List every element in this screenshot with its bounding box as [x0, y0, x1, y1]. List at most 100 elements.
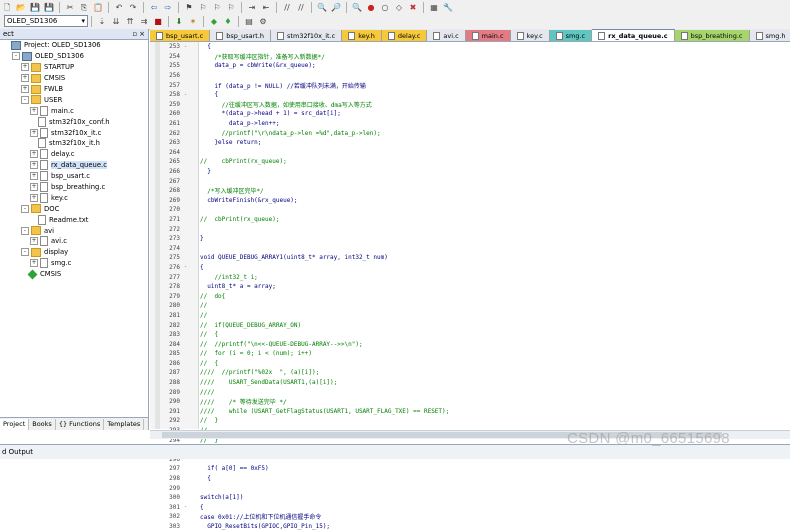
code-line[interactable]: 274: [150, 243, 790, 253]
build-icon[interactable]: ⇊: [110, 16, 122, 27]
editor-tab[interactable]: bsp_usart.c: [150, 30, 210, 41]
expand-icon[interactable]: +: [30, 183, 38, 191]
uncomment-icon[interactable]: //: [295, 2, 307, 13]
code-line[interactable]: 301-{: [150, 503, 790, 513]
expand-icon[interactable]: +: [30, 150, 38, 158]
code-line[interactable]: 269 cbWriteFinish(&rx_queue);: [150, 196, 790, 206]
expand-icon[interactable]: +: [30, 129, 38, 137]
code-line[interactable]: 287//// //printf("%02x ", (a)[i]);: [150, 368, 790, 378]
editor-tab[interactable]: smg.h: [750, 30, 790, 41]
tree-item[interactable]: -display: [0, 247, 148, 258]
open-folder-icon[interactable]: 📂: [15, 2, 27, 13]
find-in-files-icon[interactable]: 🔍: [316, 2, 328, 13]
breakpoint-clear-icon[interactable]: ◇: [393, 2, 405, 13]
panel-tab[interactable]: Books: [29, 419, 56, 430]
code-line[interactable]: 285// for (i = 0; i < (num); i++): [150, 349, 790, 359]
code-line[interactable]: 272: [150, 224, 790, 234]
code-line[interactable]: 263 }else return;: [150, 138, 790, 148]
expand-icon[interactable]: +: [30, 172, 38, 180]
tree-item[interactable]: +stm32f10x_it.c: [0, 127, 148, 138]
run-env-icon[interactable]: ⚙: [257, 16, 269, 27]
code-line[interactable]: 281//: [150, 311, 790, 321]
tree-item[interactable]: +FWLB: [0, 84, 148, 95]
code-line[interactable]: 283// {: [150, 330, 790, 340]
code-line[interactable]: 288//// USART_SendData(USART1,(a)[i]);: [150, 378, 790, 388]
tree-item[interactable]: +STARTUP: [0, 62, 148, 73]
tree-item[interactable]: Project: OLED_SD1306: [0, 40, 148, 51]
collapse-icon[interactable]: -: [21, 227, 29, 235]
editor-tab[interactable]: avi.c: [427, 30, 465, 41]
breakpoint-disable-icon[interactable]: ○: [379, 2, 391, 13]
save-icon[interactable]: 💾: [29, 2, 41, 13]
expand-icon[interactable]: +: [30, 259, 38, 267]
code-line[interactable]: 261 data_p->len++;: [150, 119, 790, 129]
copy-layout-icon[interactable]: ▤: [243, 16, 255, 27]
code-line[interactable]: 275void QUEUE_DEBUG_ARRAY1(uint8_t* arra…: [150, 253, 790, 263]
tree-item[interactable]: stm32f10x_it.h: [0, 138, 148, 149]
code-line[interactable]: 279// do{: [150, 291, 790, 301]
collapse-icon[interactable]: -: [21, 205, 29, 213]
code-line[interactable]: 273}: [150, 234, 790, 244]
bookmark-prev-icon[interactable]: ⚐: [197, 2, 209, 13]
code-line[interactable]: 254 /*获取写缓冲区指针，准备写入新数据*/: [150, 52, 790, 62]
tree-item[interactable]: +key.c: [0, 192, 148, 203]
batch-build-icon[interactable]: ⇉: [138, 16, 150, 27]
tree-item[interactable]: +avi.c: [0, 236, 148, 247]
editor-tab[interactable]: rx_data_queue.c: [592, 29, 674, 41]
rebuild-icon[interactable]: ⇈: [124, 16, 136, 27]
unindent-icon[interactable]: ⇤: [260, 2, 272, 13]
stop-build-icon[interactable]: ■: [152, 16, 164, 27]
code-line[interactable]: 266 }: [150, 167, 790, 177]
code-line[interactable]: 284// //printf("\n<<-QUEUE-DEBUG-ARRAY--…: [150, 339, 790, 349]
code-line[interactable]: 267: [150, 176, 790, 186]
editor-tab[interactable]: smg.c: [550, 30, 592, 41]
download-icon[interactable]: ⬇: [173, 16, 185, 27]
editor-tab[interactable]: key.c: [511, 30, 550, 41]
code-line[interactable]: 277 //int32_t i;: [150, 272, 790, 282]
bookmark-icon[interactable]: ⚑: [183, 2, 195, 13]
tree-item[interactable]: +bsp_usart.c: [0, 171, 148, 182]
code-line[interactable]: 303 GPIO_ResetBits(GPIOC,GPIO_Pin_15);: [150, 522, 790, 531]
code-line[interactable]: 280//: [150, 301, 790, 311]
collapse-icon[interactable]: -: [12, 52, 20, 60]
breakpoint-icon[interactable]: ●: [365, 2, 377, 13]
redo-icon[interactable]: ↷: [127, 2, 139, 13]
tree-item[interactable]: -OLED_SD1306: [0, 51, 148, 62]
fold-marker[interactable]: -: [182, 92, 189, 98]
editor-tab[interactable]: stm32f10x_it.c: [271, 30, 342, 41]
code-line[interactable]: 271// cbPrint(rx_queue);: [150, 215, 790, 225]
code-line[interactable]: 278 uint8_t* a = array;: [150, 282, 790, 292]
code-line[interactable]: 300switch(a[1]): [150, 493, 790, 503]
paste-icon[interactable]: 📋: [92, 2, 104, 13]
find-icon[interactable]: 🔎: [330, 2, 342, 13]
code-line[interactable]: 299: [150, 483, 790, 493]
expand-icon[interactable]: +: [21, 85, 29, 93]
code-editor[interactable]: 253- {254 /*获取写缓冲区指针，准备写入新数据*/255 data_p…: [150, 42, 790, 429]
editor-tab[interactable]: bsp_usart.h: [210, 30, 271, 41]
code-line[interactable]: 259 //往缓冲区写入数据，如使用串口接收、dma写入等方式: [150, 100, 790, 110]
options-icon[interactable]: ✶: [187, 16, 199, 27]
expand-icon[interactable]: +: [30, 107, 38, 115]
editor-tab[interactable]: delay.c: [382, 30, 427, 41]
comment-icon[interactable]: //: [281, 2, 293, 13]
expand-icon[interactable]: +: [30, 161, 38, 169]
collapse-icon[interactable]: -: [21, 248, 29, 256]
panel-tab[interactable]: Templates: [104, 419, 144, 430]
expand-icon[interactable]: +: [21, 63, 29, 71]
expand-icon[interactable]: +: [30, 194, 38, 202]
indent-icon[interactable]: ⇥: [246, 2, 258, 13]
code-line[interactable]: 282// if(QUEUE_DEBUG_ARRAY_ON): [150, 320, 790, 330]
code-line[interactable]: 297 if( a[0] == 0xF5): [150, 464, 790, 474]
code-line[interactable]: 258- {: [150, 90, 790, 100]
forward-icon[interactable]: ⇨: [162, 2, 174, 13]
tree-item[interactable]: stm32f10x_conf.h: [0, 116, 148, 127]
code-line[interactable]: 265// cbPrint(rx_queue);: [150, 157, 790, 167]
code-line[interactable]: 253- {: [150, 42, 790, 52]
code-line[interactable]: 291//// while (USART_GetFlagStatus(USART…: [150, 407, 790, 417]
window-layout-icon[interactable]: ▦: [428, 2, 440, 13]
tree-item[interactable]: +delay.c: [0, 149, 148, 160]
back-icon[interactable]: ⇦: [148, 2, 160, 13]
expand-icon[interactable]: +: [21, 74, 29, 82]
code-line[interactable]: 298 {: [150, 474, 790, 484]
tree-item[interactable]: CMSIS: [0, 269, 148, 280]
